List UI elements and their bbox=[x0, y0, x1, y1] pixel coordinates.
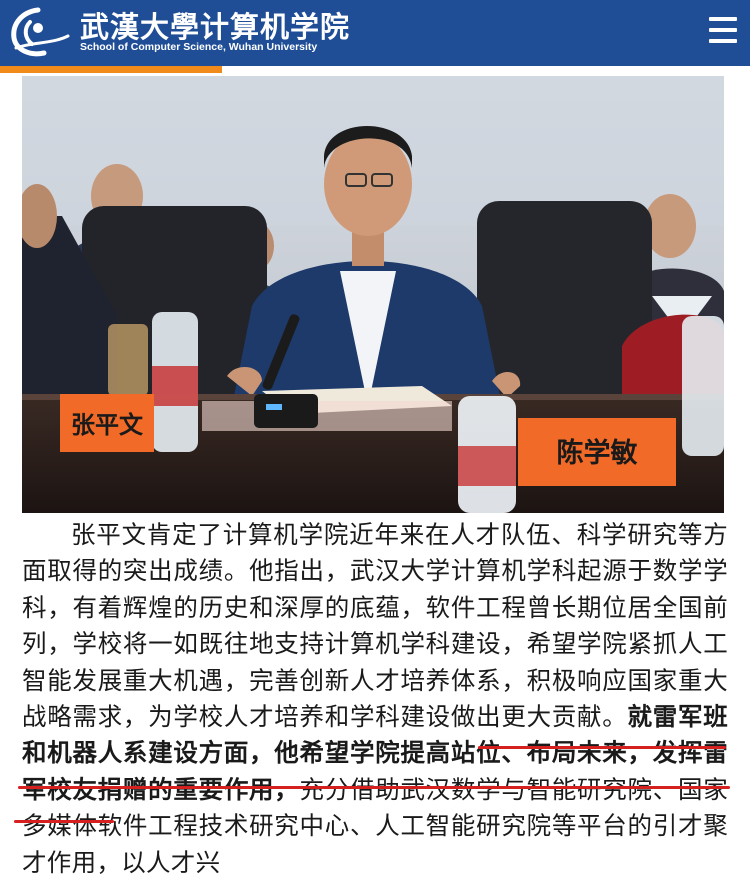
hamburger-menu-icon[interactable] bbox=[703, 12, 743, 48]
college-title-en: School of Computer Science, Wuhan Univer… bbox=[80, 41, 318, 53]
paragraph-text: 张平文肯定了计算机学院近年来在人才队伍、科学研究等方面取得的突出成绩。他指出，武… bbox=[22, 520, 728, 732]
red-underline bbox=[478, 746, 726, 749]
nameplate-right: 陈学敏 bbox=[518, 418, 676, 486]
meeting-photo-illustration: 张平文 陈学敏 bbox=[22, 76, 724, 513]
site-header: 武漢大學计算机学院 School of Computer Science, Wu… bbox=[0, 0, 750, 66]
svg-text:陈学敏: 陈学敏 bbox=[557, 437, 638, 469]
svg-text:张平文: 张平文 bbox=[71, 410, 144, 439]
wuhan-university-emblem-icon[interactable] bbox=[8, 6, 70, 58]
header-accent-bar bbox=[0, 66, 222, 73]
nameplate-left: 张平文 bbox=[60, 394, 154, 452]
speaker-face bbox=[324, 132, 412, 236]
meeting-photo: 张平文 陈学敏 bbox=[22, 76, 724, 513]
red-underline bbox=[18, 786, 730, 789]
red-underline bbox=[14, 820, 114, 823]
article-body: 张平文肯定了计算机学院近年来在人才队伍、科学研究等方面取得的突出成绩。他指出，武… bbox=[22, 517, 728, 881]
college-title-cn[interactable]: 武漢大學计算机学院 bbox=[80, 4, 350, 46]
article-paragraph: 张平文肯定了计算机学院近年来在人才队伍、科学研究等方面取得的突出成绩。他指出，武… bbox=[22, 517, 728, 881]
